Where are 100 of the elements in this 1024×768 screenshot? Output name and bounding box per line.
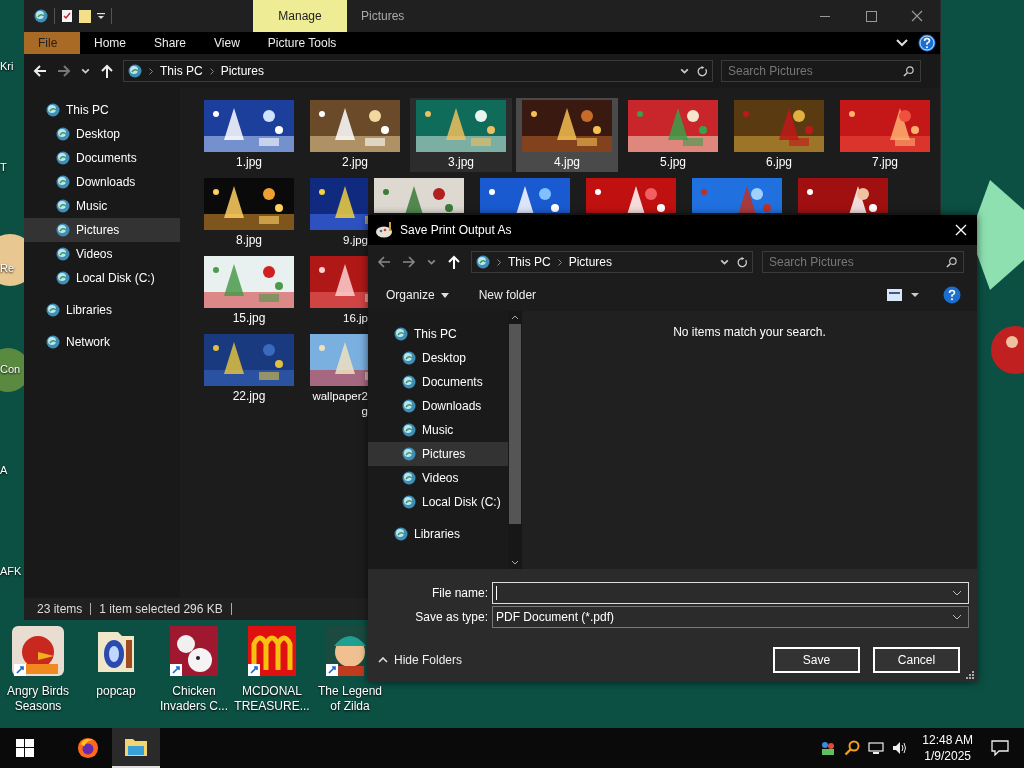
file-tile[interactable]: 1.jpg [198,98,300,172]
help-icon[interactable] [918,34,936,52]
desktop-shortcut[interactable]: MCDONAL TREASURE... [234,626,310,714]
back-arrow-icon[interactable] [32,63,48,79]
file-tile[interactable]: 22.jpg [198,332,300,406]
network-icon[interactable] [868,740,885,756]
desktop-icon-label: Kri [0,60,15,73]
forward-arrow-icon[interactable] [56,63,72,79]
nav-item[interactable]: This PC [368,322,508,346]
up-arrow-icon[interactable] [446,254,462,270]
nav-item[interactable]: Downloads [24,170,180,194]
refresh-icon[interactable] [737,256,748,268]
item-count: 23 items [37,602,83,616]
search-field[interactable]: Search Pictures [721,60,921,82]
nav-item[interactable]: Pictures [368,442,508,466]
dropdown-caret-icon[interactable] [952,614,962,620]
desktop-shortcut[interactable]: Chicken Invaders C... [156,626,232,714]
desktop-shortcut[interactable]: Angry Birds Seasons [0,626,76,714]
file-tab[interactable]: File [24,32,80,54]
chevron-icon [149,67,153,75]
nav-item[interactable]: Desktop [368,346,508,370]
organize-menu[interactable]: Organize [386,288,449,302]
taskbar-app[interactable] [112,728,160,768]
file-tile[interactable]: 3.jpg [410,98,512,172]
desktop-shortcut[interactable]: popcap [78,626,154,714]
file-tile[interactable]: 2.jpg [304,98,406,172]
properties-icon[interactable] [61,9,73,23]
ribbon-tab[interactable]: View [200,32,254,54]
nav-item[interactable]: Desktop [24,122,180,146]
refresh-icon[interactable] [697,65,708,77]
search-field[interactable]: Search Pictures [762,251,964,273]
nav-item[interactable]: Libraries [24,298,180,322]
file-name-field[interactable] [492,582,969,604]
file-tile[interactable]: 9.jpg [304,176,368,250]
nav-item[interactable]: Videos [368,466,508,490]
nav-item[interactable]: Documents [368,370,508,394]
file-tile[interactable]: wallpaper2 g [304,332,368,421]
start-icon[interactable] [16,739,34,757]
resize-grip-icon[interactable] [966,671,974,679]
customize-caret-icon[interactable] [97,12,105,20]
ribbon-tab[interactable]: Picture Tools [253,32,351,54]
dropdown-caret-icon[interactable] [952,590,962,596]
close-icon[interactable] [955,224,967,236]
nav-item[interactable]: Local Disk (C:) [368,490,508,514]
view-options-icon[interactable] [887,289,921,301]
nav-item[interactable]: Pictures [24,218,180,242]
nav-item[interactable]: Downloads [368,394,508,418]
ribbon-tab[interactable]: Home [80,32,140,54]
file-tile[interactable]: 4.jpg [516,98,618,172]
clock-time[interactable]: 12:48 AM [922,732,973,748]
breadcrumb[interactable]: This PC [160,64,203,78]
folder-icon[interactable] [79,9,91,23]
breadcrumb[interactable]: Pictures [568,255,613,269]
sphere-icon [56,199,70,213]
nav-item[interactable]: Libraries [368,522,508,546]
notifications-icon[interactable] [991,740,1009,756]
search-icon[interactable] [844,740,861,756]
dialog-button[interactable]: Cancel [873,647,960,673]
new-folder-button[interactable]: New folder [478,288,537,302]
sphere-icon [46,335,60,349]
breadcrumb[interactable]: This PC [508,255,551,269]
file-tile[interactable]: 7.jpg [834,98,936,172]
address-bar[interactable]: This PC Pictures [123,60,713,82]
hide-folders-button[interactable]: Hide Folders [378,653,463,667]
scroll-down-icon[interactable] [511,560,519,565]
clock-date[interactable]: 1/9/2025 [924,748,971,764]
nav-item[interactable]: Videos [24,242,180,266]
manage-tab[interactable]: Manage [253,0,347,32]
browser-icon [76,737,100,759]
save-type-dropdown[interactable]: PDF Document (*.pdf) [492,606,969,628]
file-tile[interactable]: 16.jp [304,254,368,328]
forward-arrow-icon[interactable] [401,254,417,270]
nav-item[interactable]: Documents [24,146,180,170]
search-icon [903,65,914,77]
file-tile[interactable]: 15.jpg [198,254,300,328]
nav-item[interactable]: Music [24,194,180,218]
people-icon[interactable] [820,740,837,756]
scrollbar[interactable] [508,311,522,569]
scroll-up-icon[interactable] [511,315,519,320]
dialog-button[interactable]: Save [773,647,860,673]
expand-ribbon-icon[interactable] [896,39,908,47]
nav-item[interactable]: This PC [24,98,180,122]
nav-item[interactable]: Music [368,418,508,442]
selection-info: 1 item selected 296 KB [99,602,223,616]
volume-icon[interactable] [892,740,909,756]
sphere-icon [394,327,408,341]
desktop-icon-label: A [0,464,9,477]
up-arrow-icon[interactable] [99,63,115,79]
address-bar[interactable]: This PC Pictures [471,251,753,273]
sphere-icon [402,495,416,509]
file-tile[interactable]: 6.jpg [728,98,830,172]
file-tile[interactable]: 5.jpg [622,98,724,172]
help-icon[interactable] [943,286,961,304]
nav-item[interactable]: Local Disk (C:) [24,266,180,290]
file-tile[interactable]: 8.jpg [198,176,300,250]
ribbon-tab[interactable]: Share [140,32,201,54]
breadcrumb[interactable]: Pictures [220,64,265,78]
sphere-icon [46,303,60,317]
sphere-icon [402,447,416,461]
nav-item[interactable]: Network [24,330,180,354]
